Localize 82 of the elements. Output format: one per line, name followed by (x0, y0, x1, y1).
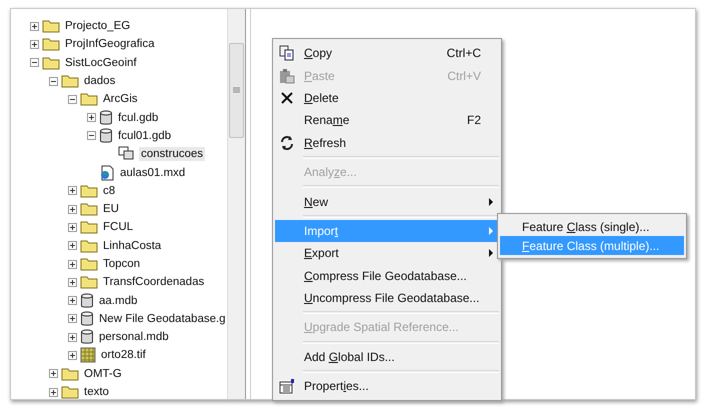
tree-item[interactable]: orto28.tif (99, 348, 148, 362)
properties-icon (279, 378, 295, 394)
expand-toggle[interactable] (68, 241, 77, 250)
tree-item[interactable]: Projecto_EG (63, 19, 132, 34)
expand-toggle[interactable] (68, 296, 77, 306)
menu-item[interactable]: Export (275, 242, 499, 265)
map-document-icon (99, 164, 115, 181)
folder-icon (80, 257, 98, 271)
menu-item[interactable]: Copy Ctrl+C (275, 42, 499, 64)
folder-icon (80, 220, 98, 234)
expand-toggle[interactable] (68, 260, 77, 268)
tree-item[interactable]: construcoes (139, 147, 206, 162)
expand-toggle[interactable] (68, 278, 77, 287)
expand-toggle[interactable] (49, 388, 58, 397)
tree-item[interactable]: aulas01.mxd (118, 166, 188, 180)
menu-item[interactable]: Uncompress File Geodatabase... (275, 286, 499, 310)
expand-toggle[interactable] (68, 314, 77, 324)
menu-item[interactable]: Delete (275, 86, 499, 110)
menu-item[interactable]: Properties... (275, 375, 499, 398)
tree-item[interactable]: OMT-G (82, 366, 124, 381)
tree-item[interactable]: fcul01.gdb (116, 128, 174, 143)
tree-item[interactable]: New File Geodatabase.g (97, 312, 227, 326)
tree-item[interactable]: ProjInfGeografica (63, 37, 156, 52)
database-icon (80, 310, 94, 327)
tree-item[interactable]: EU (101, 202, 121, 216)
shortcut-label: F2 (466, 113, 481, 128)
tree-item[interactable]: aa.mdb (97, 294, 140, 308)
expand-toggle[interactable] (30, 40, 39, 49)
refresh-icon (279, 134, 295, 151)
collapse-toggle[interactable] (49, 76, 58, 86)
database-icon (80, 329, 94, 346)
menu-item[interactable]: New (275, 190, 499, 213)
folder-icon (42, 19, 60, 34)
collapse-toggle[interactable] (68, 94, 77, 104)
shortcut-label: Ctrl+C (446, 46, 481, 60)
menu-item[interactable]: Compress File Geodatabase... (275, 264, 499, 287)
menu-item[interactable]: Rename F2 (275, 109, 499, 132)
folder-icon (61, 74, 79, 88)
feature-class-icon (118, 146, 136, 162)
folder-icon (80, 184, 98, 198)
database-icon (99, 110, 113, 126)
tree-item[interactable]: TransfCoordenadas (101, 275, 206, 290)
folder-icon (61, 366, 79, 381)
raster-icon (80, 347, 96, 364)
tree-item[interactable]: Topcon (101, 257, 142, 271)
expand-toggle[interactable] (68, 332, 77, 342)
shortcut-label: Ctrl+V (447, 68, 481, 83)
menu-item[interactable]: Add Global IDs... (275, 346, 499, 368)
tree-item[interactable]: dados (82, 74, 118, 88)
folder-icon (42, 56, 60, 70)
expand-toggle[interactable] (68, 204, 77, 214)
expand-toggle[interactable] (68, 350, 77, 360)
delete-icon (279, 90, 295, 106)
expand-toggle[interactable] (68, 186, 77, 196)
collapse-toggle[interactable] (87, 131, 96, 140)
scroll-thumb[interactable] (229, 43, 244, 138)
expand-toggle[interactable] (87, 113, 96, 122)
menu-item[interactable]: Refresh (275, 132, 499, 154)
copy-icon (279, 45, 295, 62)
folder-icon (42, 37, 60, 52)
tree-item[interactable]: fcul.gdb (116, 110, 160, 125)
folder-icon (80, 92, 98, 106)
tree-item[interactable]: ArcGis (101, 92, 140, 106)
paste-icon (279, 68, 295, 84)
database-icon (99, 128, 113, 144)
tree-item[interactable]: texto (82, 385, 111, 399)
tree-item[interactable]: SistLocGeoinf (63, 56, 139, 70)
collapse-toggle[interactable] (30, 58, 39, 68)
tree-item[interactable]: LinhaCosta (101, 238, 164, 253)
tree-item[interactable]: FCUL (101, 220, 136, 234)
folder-icon (61, 385, 79, 399)
expand-toggle[interactable] (30, 22, 39, 31)
menu-item[interactable]: Feature Class (single)... (500, 217, 684, 236)
scrollbar[interactable] (227, 9, 245, 399)
expand-toggle[interactable] (68, 222, 77, 232)
expand-toggle[interactable] (49, 369, 58, 378)
folder-icon (80, 275, 98, 290)
tree-item[interactable]: personal.mdb (97, 330, 171, 344)
tree-item[interactable]: c8 (101, 184, 118, 198)
folder-icon (80, 238, 98, 253)
folder-icon (80, 202, 98, 216)
database-icon (80, 292, 94, 309)
